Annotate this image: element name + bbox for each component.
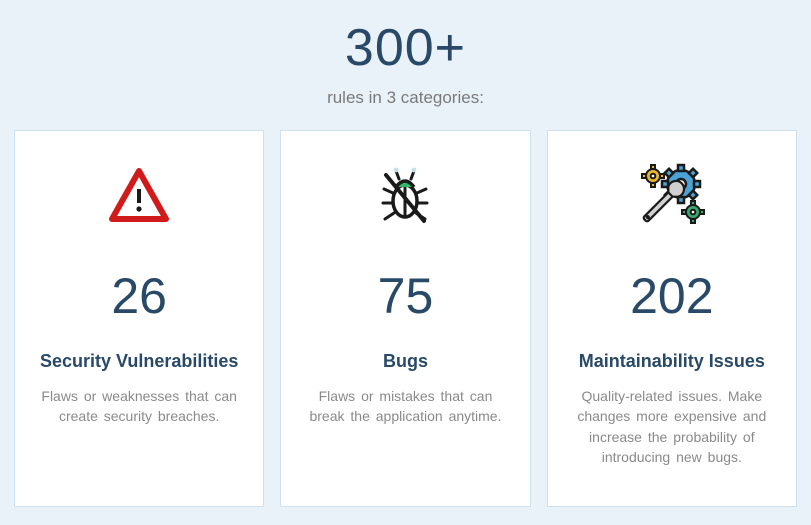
category-cards-row: 26 Security Vulnerabilities Flaws or wea… <box>14 130 797 507</box>
bugs-title: Bugs <box>383 351 428 372</box>
security-title: Security Vulnerabilities <box>40 351 238 372</box>
card-maintainability: 202 Maintainability Issues Quality-relat… <box>547 130 797 507</box>
bugs-count: 75 <box>378 267 434 325</box>
wrench-gears-icon <box>635 159 709 233</box>
maintainability-desc: Quality-related issues. Make changes mor… <box>566 386 778 467</box>
card-bugs: 75 Bugs Flaws or mistakes that can break… <box>280 130 530 507</box>
security-desc: Flaws or weaknesses that can create secu… <box>33 386 245 427</box>
total-rules-subtitle: rules in 3 categories: <box>327 88 484 108</box>
rules-summary-panel: 300+ rules in 3 categories: 26 Security … <box>14 12 797 507</box>
security-count: 26 <box>111 267 167 325</box>
bugs-desc: Flaws or mistakes that can break the app… <box>299 386 511 427</box>
maintainability-title: Maintainability Issues <box>579 351 765 372</box>
total-rules-count: 300+ <box>345 18 466 78</box>
card-security-vulnerabilities: 26 Security Vulnerabilities Flaws or wea… <box>14 130 264 507</box>
bug-crossed-icon <box>372 159 438 233</box>
warning-triangle-icon <box>108 159 170 233</box>
maintainability-count: 202 <box>630 267 713 325</box>
